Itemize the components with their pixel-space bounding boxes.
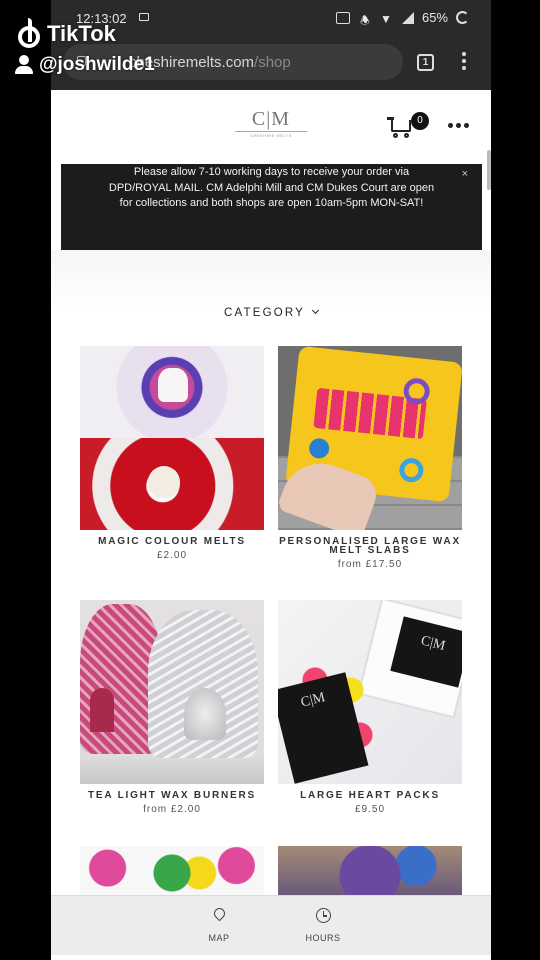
battery-icon	[456, 11, 469, 24]
site-header: C|M CHESHIRE MELTS 0	[51, 90, 491, 162]
cast-icon	[335, 11, 350, 24]
page-scrollbar[interactable]	[487, 150, 491, 190]
logo-mark: C|M	[251, 108, 291, 130]
category-label: CATEGORY	[223, 307, 306, 319]
product-image[interactable]	[80, 346, 264, 530]
status-right: 🕭 ▼ 65%	[335, 10, 469, 27]
close-icon[interactable]: ×	[462, 167, 468, 183]
announcement-banner: Please allow 7-10 working days to receiv…	[61, 164, 482, 250]
tiktok-logo: TikTok	[14, 18, 155, 50]
tiktok-brand: TikTok	[47, 21, 116, 46]
logo-subtitle: CHESHIRE MELTS	[235, 131, 307, 138]
nav-hours[interactable]: HOURS	[293, 908, 353, 943]
product-name[interactable]: TEA LIGHT WAX BURNERS	[80, 791, 264, 801]
url-path: /shop	[254, 54, 291, 71]
wifi-icon: ▼	[379, 11, 392, 26]
product-card[interactable]	[80, 846, 264, 895]
product-price: from £2.00	[143, 804, 201, 815]
bottom-nav: MAP HOURS	[51, 895, 491, 955]
product-image[interactable]	[80, 600, 264, 784]
user-icon	[14, 55, 34, 75]
product-name[interactable]: PERSONALISED LARGE WAX MELT SLABS	[278, 537, 462, 556]
tiktok-handle: @joshwilde1	[39, 54, 155, 75]
tiktok-watermark: TikTok @joshwilde1	[14, 18, 155, 76]
product-price: £2.00	[156, 550, 188, 561]
product-card[interactable]: MAGIC COLOUR MELTS £2.00	[80, 346, 264, 561]
product-image[interactable]	[278, 346, 462, 530]
product-card[interactable]: PERSONALISED LARGE WAX MELT SLABS from £…	[278, 346, 462, 570]
nav-hours-label: HOURS	[305, 933, 341, 943]
signal-icon	[401, 11, 414, 24]
product-name[interactable]: LARGE HEART PACKS	[278, 791, 462, 801]
product-name[interactable]: MAGIC COLOUR MELTS	[80, 537, 264, 547]
map-pin-icon	[214, 908, 225, 921]
announcement-text: Please allow 7-10 working days to receiv…	[108, 166, 435, 209]
category-dropdown[interactable]: CATEGORY	[51, 306, 491, 319]
nav-map[interactable]: MAP	[189, 908, 249, 943]
product-card[interactable]: TEA LIGHT WAX BURNERS from £2.00	[80, 600, 264, 815]
product-card[interactable]: LARGE HEART PACKS £9.50	[278, 600, 462, 815]
browser-menu-button[interactable]	[461, 52, 467, 72]
battery-level: 65%	[421, 10, 448, 25]
clock-icon	[315, 908, 331, 923]
product-image[interactable]	[80, 846, 264, 895]
chevron-down-icon	[311, 306, 320, 315]
tiktok-note-icon	[14, 18, 42, 50]
product-image[interactable]	[278, 600, 462, 784]
more-icon[interactable]	[448, 123, 469, 128]
tab-switcher-button[interactable]: 1	[417, 54, 434, 71]
mute-icon: 🕭	[360, 14, 370, 27]
tiktok-handle-row: @joshwilde1	[14, 54, 155, 76]
cart-count-badge: 0	[411, 112, 429, 130]
nav-map-label: MAP	[208, 933, 230, 943]
product-card[interactable]	[278, 846, 462, 895]
product-image[interactable]	[278, 846, 462, 895]
phone-screen: 12:13:02 🕭 ▼ 65% cheshiremelts.com/shop …	[51, 0, 491, 960]
cart-button[interactable]: 0	[387, 112, 429, 142]
site-logo[interactable]: C|M CHESHIRE MELTS	[235, 108, 307, 148]
product-price: £9.50	[354, 804, 386, 815]
product-price: from £17.50	[337, 559, 403, 570]
